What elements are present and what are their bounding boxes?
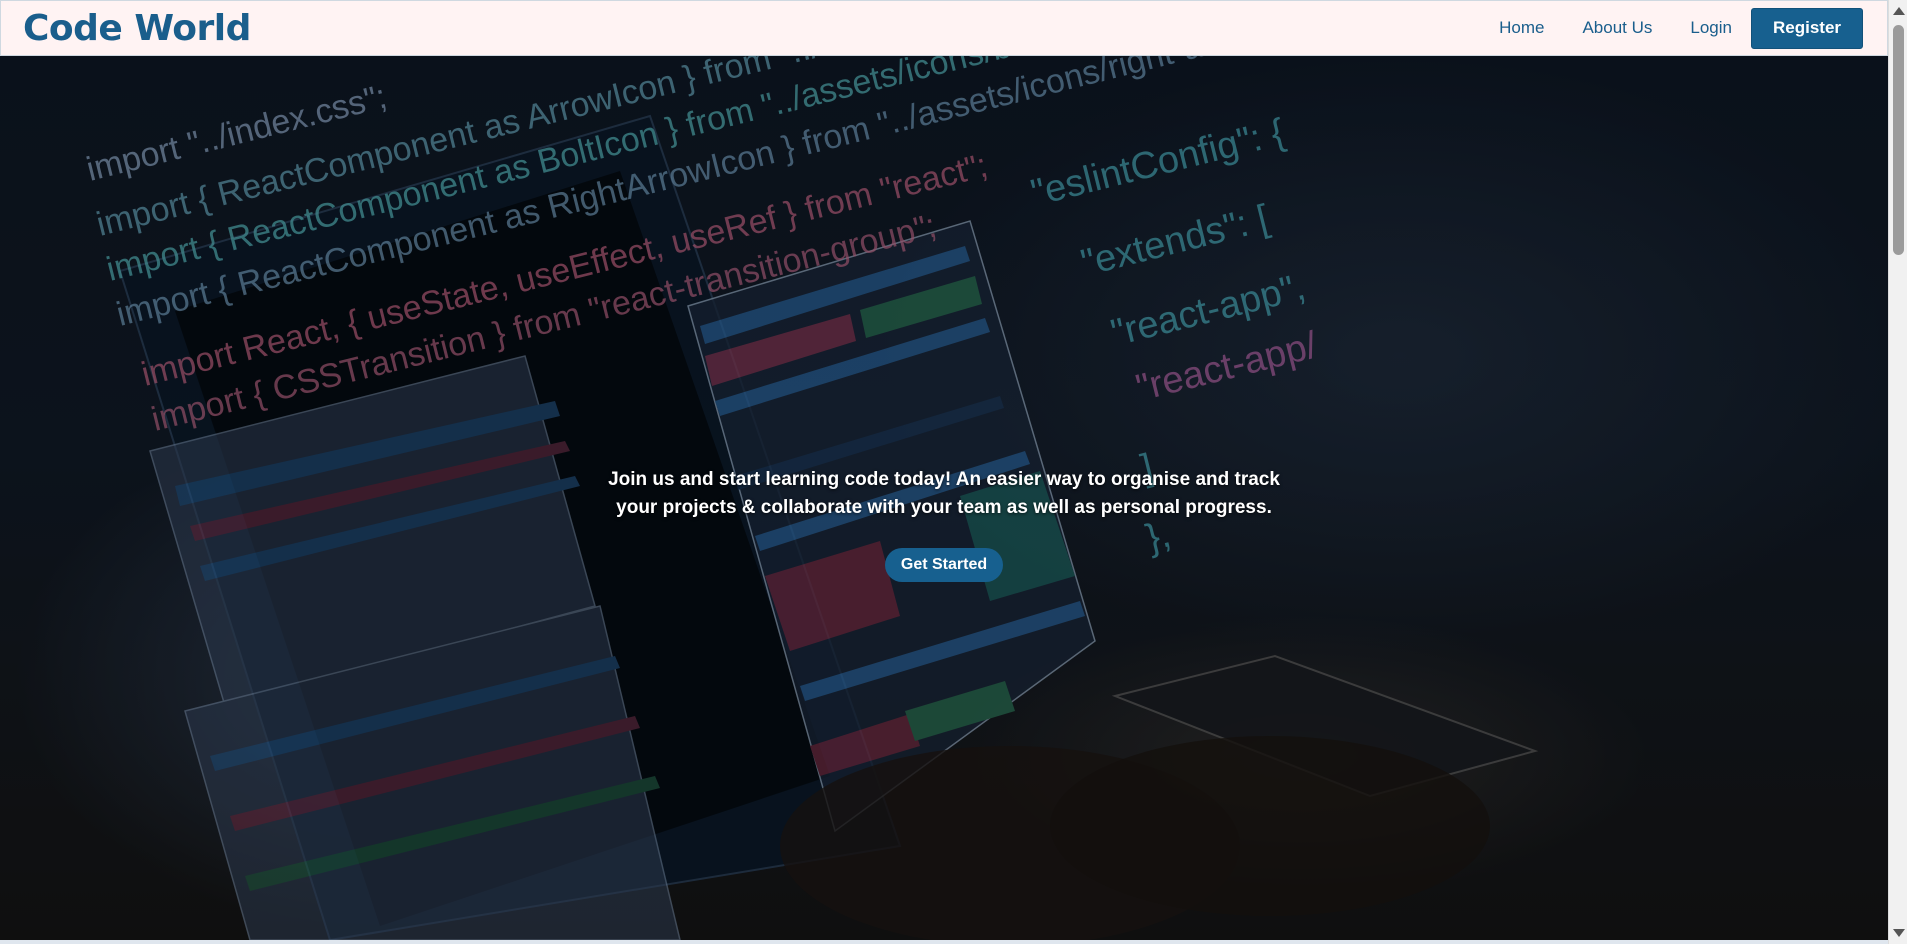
page-bottom-edge	[0, 940, 1888, 944]
register-button[interactable]: Register	[1751, 7, 1863, 49]
nav-link-about-us[interactable]: About Us	[1563, 18, 1671, 38]
vertical-scrollbar[interactable]	[1888, 0, 1907, 944]
scroll-thumb[interactable]	[1893, 25, 1904, 255]
hero-tagline: Join us and start learning code today! A…	[608, 469, 1280, 518]
brand-logo[interactable]: Code World	[23, 8, 251, 49]
get-started-button[interactable]: Get Started	[884, 548, 1004, 582]
scroll-up-arrow-icon[interactable]	[1893, 7, 1905, 15]
nav-link-home[interactable]: Home	[1480, 18, 1563, 38]
scroll-down-arrow-icon[interactable]	[1893, 929, 1905, 937]
top-navbar: Code World Home About Us Login Register	[0, 0, 1888, 56]
nav-links: Home About Us Login Register	[1480, 7, 1863, 49]
nav-link-login[interactable]: Login	[1671, 18, 1751, 38]
hero-content: Join us and start learning code today! A…	[0, 466, 1888, 582]
hero-section: import "../index.css"; import { ReactCom…	[0, 56, 1888, 940]
